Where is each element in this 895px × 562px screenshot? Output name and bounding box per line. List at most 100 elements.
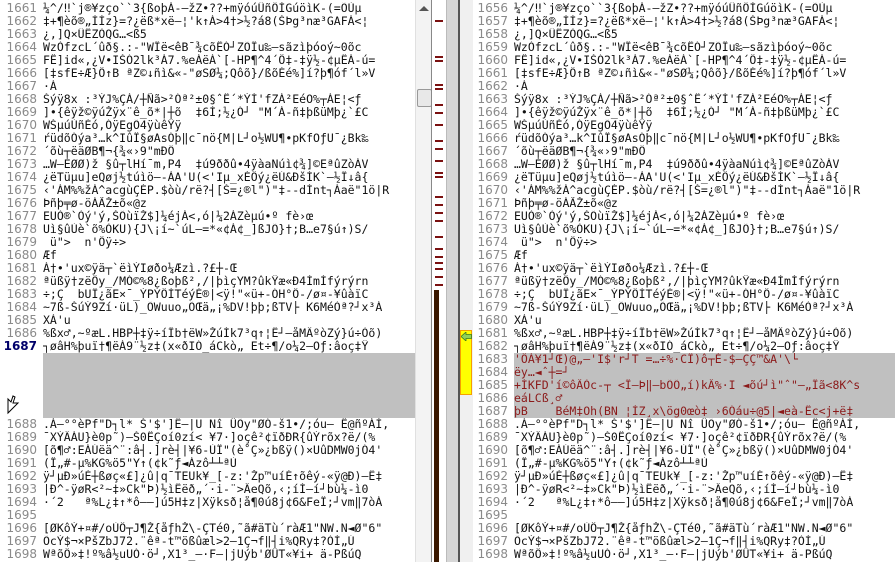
diff-location-mark[interactable] <box>435 160 443 162</box>
left-line[interactable]: 1688 .Á–°°èPf"D┐l* Š'$']Ë–|U Nî ÜÕy"ØÓ-š1… <box>0 418 415 431</box>
left-line[interactable]: 1670 WŠµúÙñÈó,ÓÿEgÕ4ÿùêŸÿ <box>0 119 415 132</box>
right-line[interactable]: 1670 ‹'ÁM%%žÁ^acgùÇÉP.$òù/rë?┤[Š=¿®l")"‡-… <box>473 184 895 197</box>
right-line[interactable]: 1695 <box>473 509 895 522</box>
left-vertical-scrollbar[interactable] <box>415 0 432 562</box>
left-line[interactable]: 1663 ¿,]Q×ÛËZÒQG…<ß5 <box>0 28 415 41</box>
right-line[interactable]: 1682 ┐øâH%þuï†¶ëÁ9¨½z‡(x«ðIÓ_áCkò„ Et÷¶/o… <box>473 340 895 353</box>
diff-location-mark[interactable] <box>435 212 443 214</box>
diff-location-mark[interactable] <box>435 268 443 270</box>
left-line[interactable]: 1687 ┐øâH%þuï†¶ëÁ9¨½z‡(x«ðIÓ_áCkò„ Et÷¶/o… <box>0 340 415 354</box>
left-line[interactable]: 1662 ‡+¶èõ®„ÌÌz}=?¿ëß*xë–¦'k↑Á>4†>½?á8(ŠÞ… <box>0 15 415 28</box>
right-line[interactable]: 1680 XÀ'u <box>473 314 895 327</box>
right-line[interactable]: 1698 WªõÖ»‡!º%â½uUÓ·ö┘,X1³_–·F–|jUýb'ØÜT«… <box>473 548 895 561</box>
right-diff-line[interactable]: 1683 'ÖÁ¥1┘Œ)@„–'I$'r┘T =…÷%·CÏ)ô┬É-$–ÇÇ™… <box>473 353 895 366</box>
left-line[interactable]: 1676 Þñþ╤ø-öÁÃŽ±õ«@z <box>0 197 415 210</box>
right-line[interactable]: 1697 ÕcÝ$¬×PšZbJ72.¨êª-t™ößûæl>2–1Ç¬f‖┤i%… <box>473 535 895 548</box>
left-line[interactable]: 1665 FÊ]id«,¿V•IŠÓ2lk³Á7.%eÁëÁ`[-HP¶^4´Ö‡… <box>0 54 415 67</box>
left-line[interactable]: 1686 %ßx♂,~ºæL.HBP┼‡ÿ÷íÎb†ëW»ŽúÍk7³q↑¦Ë┘–… <box>0 327 415 340</box>
left-missing-line[interactable] <box>0 392 415 405</box>
left-line[interactable]: 1680 Æf <box>0 249 415 262</box>
diff-location-mark[interactable] <box>435 172 443 174</box>
diff-location-mark[interactable] <box>435 84 443 86</box>
left-line[interactable]: 1692 ÿ┘µÐ»úÈ┼ßøç«£]¿û|q¯TEUk¥_[-z:'Žp™uíÉ… <box>0 470 415 483</box>
right-line[interactable]: 1681 %ßx♂,~ºæL.HBP┼‡ÿ÷íÎb†ëW»ŽúÍk7³q↑¦Ë┘–… <box>473 327 895 340</box>
right-line[interactable]: 1657 ‡+¶èõ®„ÌÌz}=?¿ëß*xë–¦'k↑Á>4†>½?á8(ŠÞ… <box>473 15 895 28</box>
left-line[interactable]: 1684 ~7ß-ŠúÝ9Zí·üL)_ÕWuuo„ÕŒä„¡%DV!þþ;ßTV… <box>0 301 415 314</box>
right-line[interactable]: 1669 ¿ëTüµu]eQøj½túìö–-ÀA'U(<'Iµ_xÉÖý¿ëÚ&… <box>473 171 895 184</box>
right-diff-line[interactable]: 1685 +ÍKFD'í©ôÂÒc-┬ <Ï–Þ‖–bÕÕ„í)kÂ%·I ◄õú… <box>473 379 895 392</box>
right-line[interactable]: 1690 [õ¶♂:EÁÚëä^¨:â┤.]rè┤|¥6-ÙÏ"(è˚Ç»¿bßÿ… <box>473 444 895 457</box>
diff-location-mark[interactable] <box>435 176 443 178</box>
right-diff-line[interactable]: 1684 ëy…◄ˆ┼=┘ <box>473 366 895 379</box>
arrow-left-icon[interactable] <box>461 332 472 341</box>
right-line[interactable]: 1675 Æf <box>473 249 895 262</box>
left-line[interactable]: 1689 ¯XÝÄÁU}è0p˜)–Š0ËÇoí0zí< ¥7·]oçê²¢ïðÐ… <box>0 431 415 444</box>
diff-location-mark[interactable] <box>435 104 443 106</box>
scroll-up-icon[interactable] <box>419 6 429 11</box>
right-line[interactable]: 1666 ŕüdõÓýa³…k^IûÏ§øAsÓþ‖c¯nö{M|L┘o½WU¶•… <box>473 132 895 145</box>
right-line[interactable]: 1688 .Á–°°èPf"D┐l* Š'$']Ë–|U Nî ÜÕy"ØÓ-š1… <box>473 418 895 431</box>
left-file-pane[interactable]: 1661 ¼^/‼`j®¥zço``3{ßoþÁ-–žZ•??+mÿóúÛñÔÌG… <box>0 0 415 562</box>
right-line[interactable]: 1667 ´õù┬ëäØB¶¬{¾«›9"mÐÔ <box>473 145 895 158</box>
right-line[interactable]: 1659 WzÒfzcL´ûð§.:-"WÏë<êB¯¾cõËÓ┘ZÕÏu‰–sã… <box>473 41 895 54</box>
left-line[interactable]: 1696 [ØKôÝ+¤#/oÙÖ┬J¶Ž{åƒhŽ\-ÇTé0,˜ã#äTù´r… <box>0 522 415 535</box>
right-line[interactable]: 1671 Þñþ╤ø-öÁÃŽ±õ«@z <box>473 197 895 210</box>
left-missing-line[interactable] <box>0 379 415 392</box>
right-line[interactable]: 1694 ·´2 ª%L¿‡↑*ô––]ú5H‡z|Xÿksð¦å¶0ú8j¢6&… <box>473 496 895 509</box>
right-line[interactable]: 1678 ÷;Ç bUÏ¿ãE×¯_ÝPÝÖÌTéýÈ®|<ÿ!"«ü+-ÓH°Ö… <box>473 288 895 301</box>
diff-location-mark[interactable] <box>435 148 443 150</box>
right-line[interactable]: 1673 Uì§ûÙè`õ%ÒKU){J\¡í~`úL–=*«¢Á¢_]ßJÕ}†… <box>473 223 895 236</box>
right-line[interactable]: 1672 EUÒ®`Òý'ý,ŠÕùïŽ$]¼éjÁ<,ó|¼2ÁZèµú•º f… <box>473 210 895 223</box>
left-line[interactable]: 1685 XÀ'u <box>0 314 415 327</box>
right-line[interactable]: 1661 [‡sfE÷Æ}Ö↑B ªZ©↓ñì&«-"øSØ¼;Qôõ}/ßõÉé… <box>473 67 895 80</box>
left-line[interactable]: 1673 …W–ÉØØ)ž §û┬lHí¯m,P4 ‡ú9ððû•4ÿàaNúì¢… <box>0 158 415 171</box>
right-line[interactable]: 1662 ·Á <box>473 80 895 93</box>
diff-location-mark[interactable] <box>435 196 443 198</box>
diff-location-mark[interactable] <box>435 284 443 286</box>
left-line[interactable]: 1697 ÕcÝ$¬×PšZbJ72.¨êª-t™ößûæl>2–1Ç¬f‖┤i%… <box>0 535 415 548</box>
right-line[interactable]: 1660 FÊ]id«,¿V•IŠÓ2lk³Á7.%eÁëÁ`[-HP¶^4´Ö‡… <box>473 54 895 67</box>
left-line[interactable]: 1674 ¿ëTüµu]eQøj½túìö–-ÀA'U(<'Iµ_xÉÖý¿ëÚ&… <box>0 171 415 184</box>
left-line[interactable]: 1669]•{êÿž©ÿúŽÿx¨ê_õ*|┼õ ‡6Ì;½¿Ó┘ "M´Á-ñ… <box>0 106 415 119</box>
right-file-pane[interactable]: 1656 ¼^/‼`j®¥zço``3{ßoþÁ-–žZ•??+mÿóúÛñÔÌG… <box>473 0 895 562</box>
diff-location-mark[interactable] <box>435 276 443 278</box>
diff-location-mark[interactable] <box>435 248 443 250</box>
left-line[interactable]: 1695 <box>0 509 415 522</box>
left-line[interactable]: 1667 ·Á <box>0 80 415 93</box>
left-line[interactable]: 1675 ‹'ÁM%%žÁ^acgùÇÉP.$òù/rë?┤[Š=¿®l")"‡-… <box>0 184 415 197</box>
left-line[interactable]: 1682 ªüßÿ†zëÖy_/MÓ©%8¿ßoþß²,/|þìçYM?ûkŸæ«… <box>0 275 415 288</box>
diff-location-mark[interactable] <box>435 256 443 258</box>
left-line[interactable]: 1694 ·´2 ª%L¿‡↑*ô––]ú5H‡z|Xÿksð¦å¶0ú8j¢6&… <box>0 496 415 509</box>
left-line[interactable]: 1693 |Ð^-ÿøR<²~‡»Ck"Þ)½ìËëð„´·i-¨>ÂeQõ,‹;… <box>0 483 415 496</box>
left-line[interactable]: 1661 ¼^/‼`j®¥zço``3{ßoþÁ-–žZ•??+mÿóúÛñÔÌG… <box>0 2 415 15</box>
right-diff-line[interactable]: 1686 eáLCß¸♂ <box>473 392 895 405</box>
right-line[interactable]: 1665 WŠµúÙñÈó,ÓÿEgÕ4ÿùêŸÿ <box>473 119 895 132</box>
diff-location-mark[interactable] <box>435 112 443 114</box>
right-line[interactable]: 1691 (Î„#-µ%KG%ö5"Y↑(¢k˜ƒ◄Ázô┴┴ªÙ <box>473 457 895 470</box>
left-line[interactable]: 1683 ÷;Ç bUÏ¿ãE×¯_ÝPÝÖÌTéýÈ®|<ÿ!"«ü+-ÓH°Ö… <box>0 288 415 301</box>
right-line[interactable]: 1696 [ØKôÝ+¤#/oÙÖ┬J¶Ž{åƒhŽ\-ÇTé0,˜ã#äTù´r… <box>473 522 895 535</box>
diff-location-mark[interactable] <box>435 88 443 90</box>
left-missing-line[interactable] <box>0 405 415 418</box>
right-line[interactable]: 1676 Á†•'ux©ÿä┬`ëìÝIøðo¼Æzì.?£┼-Œ <box>473 262 895 275</box>
right-line[interactable]: 1656 ¼^/‼`j®¥zço``3{ßoþÁ-–žZ•??+mÿóúÛñÔÌG… <box>473 2 895 15</box>
location-pane[interactable] <box>431 0 447 562</box>
right-line[interactable]: 1668 …W–ÉØØ)ž §û┬lHí¯m,P4 ‡ú9ððû•4ÿàaNúì¢… <box>473 158 895 171</box>
diff-location-mark[interactable] <box>435 124 443 126</box>
diff-location-mark[interactable] <box>435 220 443 222</box>
left-line[interactable]: 1677 EUÒ®`Òý'ý,ŠÕùïŽ$]¼éjÁ<,ó|¼2ÁZèµú•º f… <box>0 210 415 223</box>
right-line[interactable]: 1658 ¿,]Q×ÛËZÒQG…<ß5 <box>473 28 895 41</box>
diff-location-mark[interactable] <box>435 60 443 62</box>
left-line[interactable]: 1690 [õ¶♂:EÁÚëä^¨:â┤.]rè┤|¥6-ÙÏ"(è˚Ç»¿bßÿ… <box>0 444 415 457</box>
right-line[interactable]: 1689 ¯XÝÄÁU}è0p˜)–Š0ËÇoí0zí< ¥7·]oçê²¢ïðÐ… <box>473 431 895 444</box>
right-line[interactable]: 1674 ü"> n'Öÿ÷> <box>473 236 895 249</box>
diff-location-mark[interactable] <box>435 56 443 58</box>
left-line[interactable]: 1672 ´õù┬ëäØB¶¬{¾«›9"mÐÔ <box>0 145 415 158</box>
diff-location-mark[interactable] <box>435 204 443 206</box>
right-line[interactable]: 1693 |Ð^-ÿøR<²~‡»Ck"Þ)½ìËëð„´·i-¨>ÂeQõ,‹;… <box>473 483 895 496</box>
left-missing-line[interactable] <box>0 353 415 366</box>
right-line[interactable]: 1664]•{êÿž©ÿúŽÿx¨ê_õ*|┼õ ‡6Ì;½¿Ó┘ "M´Á-ñ… <box>473 106 895 119</box>
left-line[interactable]: 1671 ŕüdõÓýa³…k^IûÏ§øAsÓþ‖c¯nö{M|L┘o½WU¶•… <box>0 132 415 145</box>
scrollbar-thumb[interactable] <box>417 89 432 107</box>
left-line[interactable]: 1666 [‡sfE÷Æ}Ö↑B ªZ©↓ñì&«-"øSØ¼;Qôõ}/ßõÉé… <box>0 67 415 80</box>
